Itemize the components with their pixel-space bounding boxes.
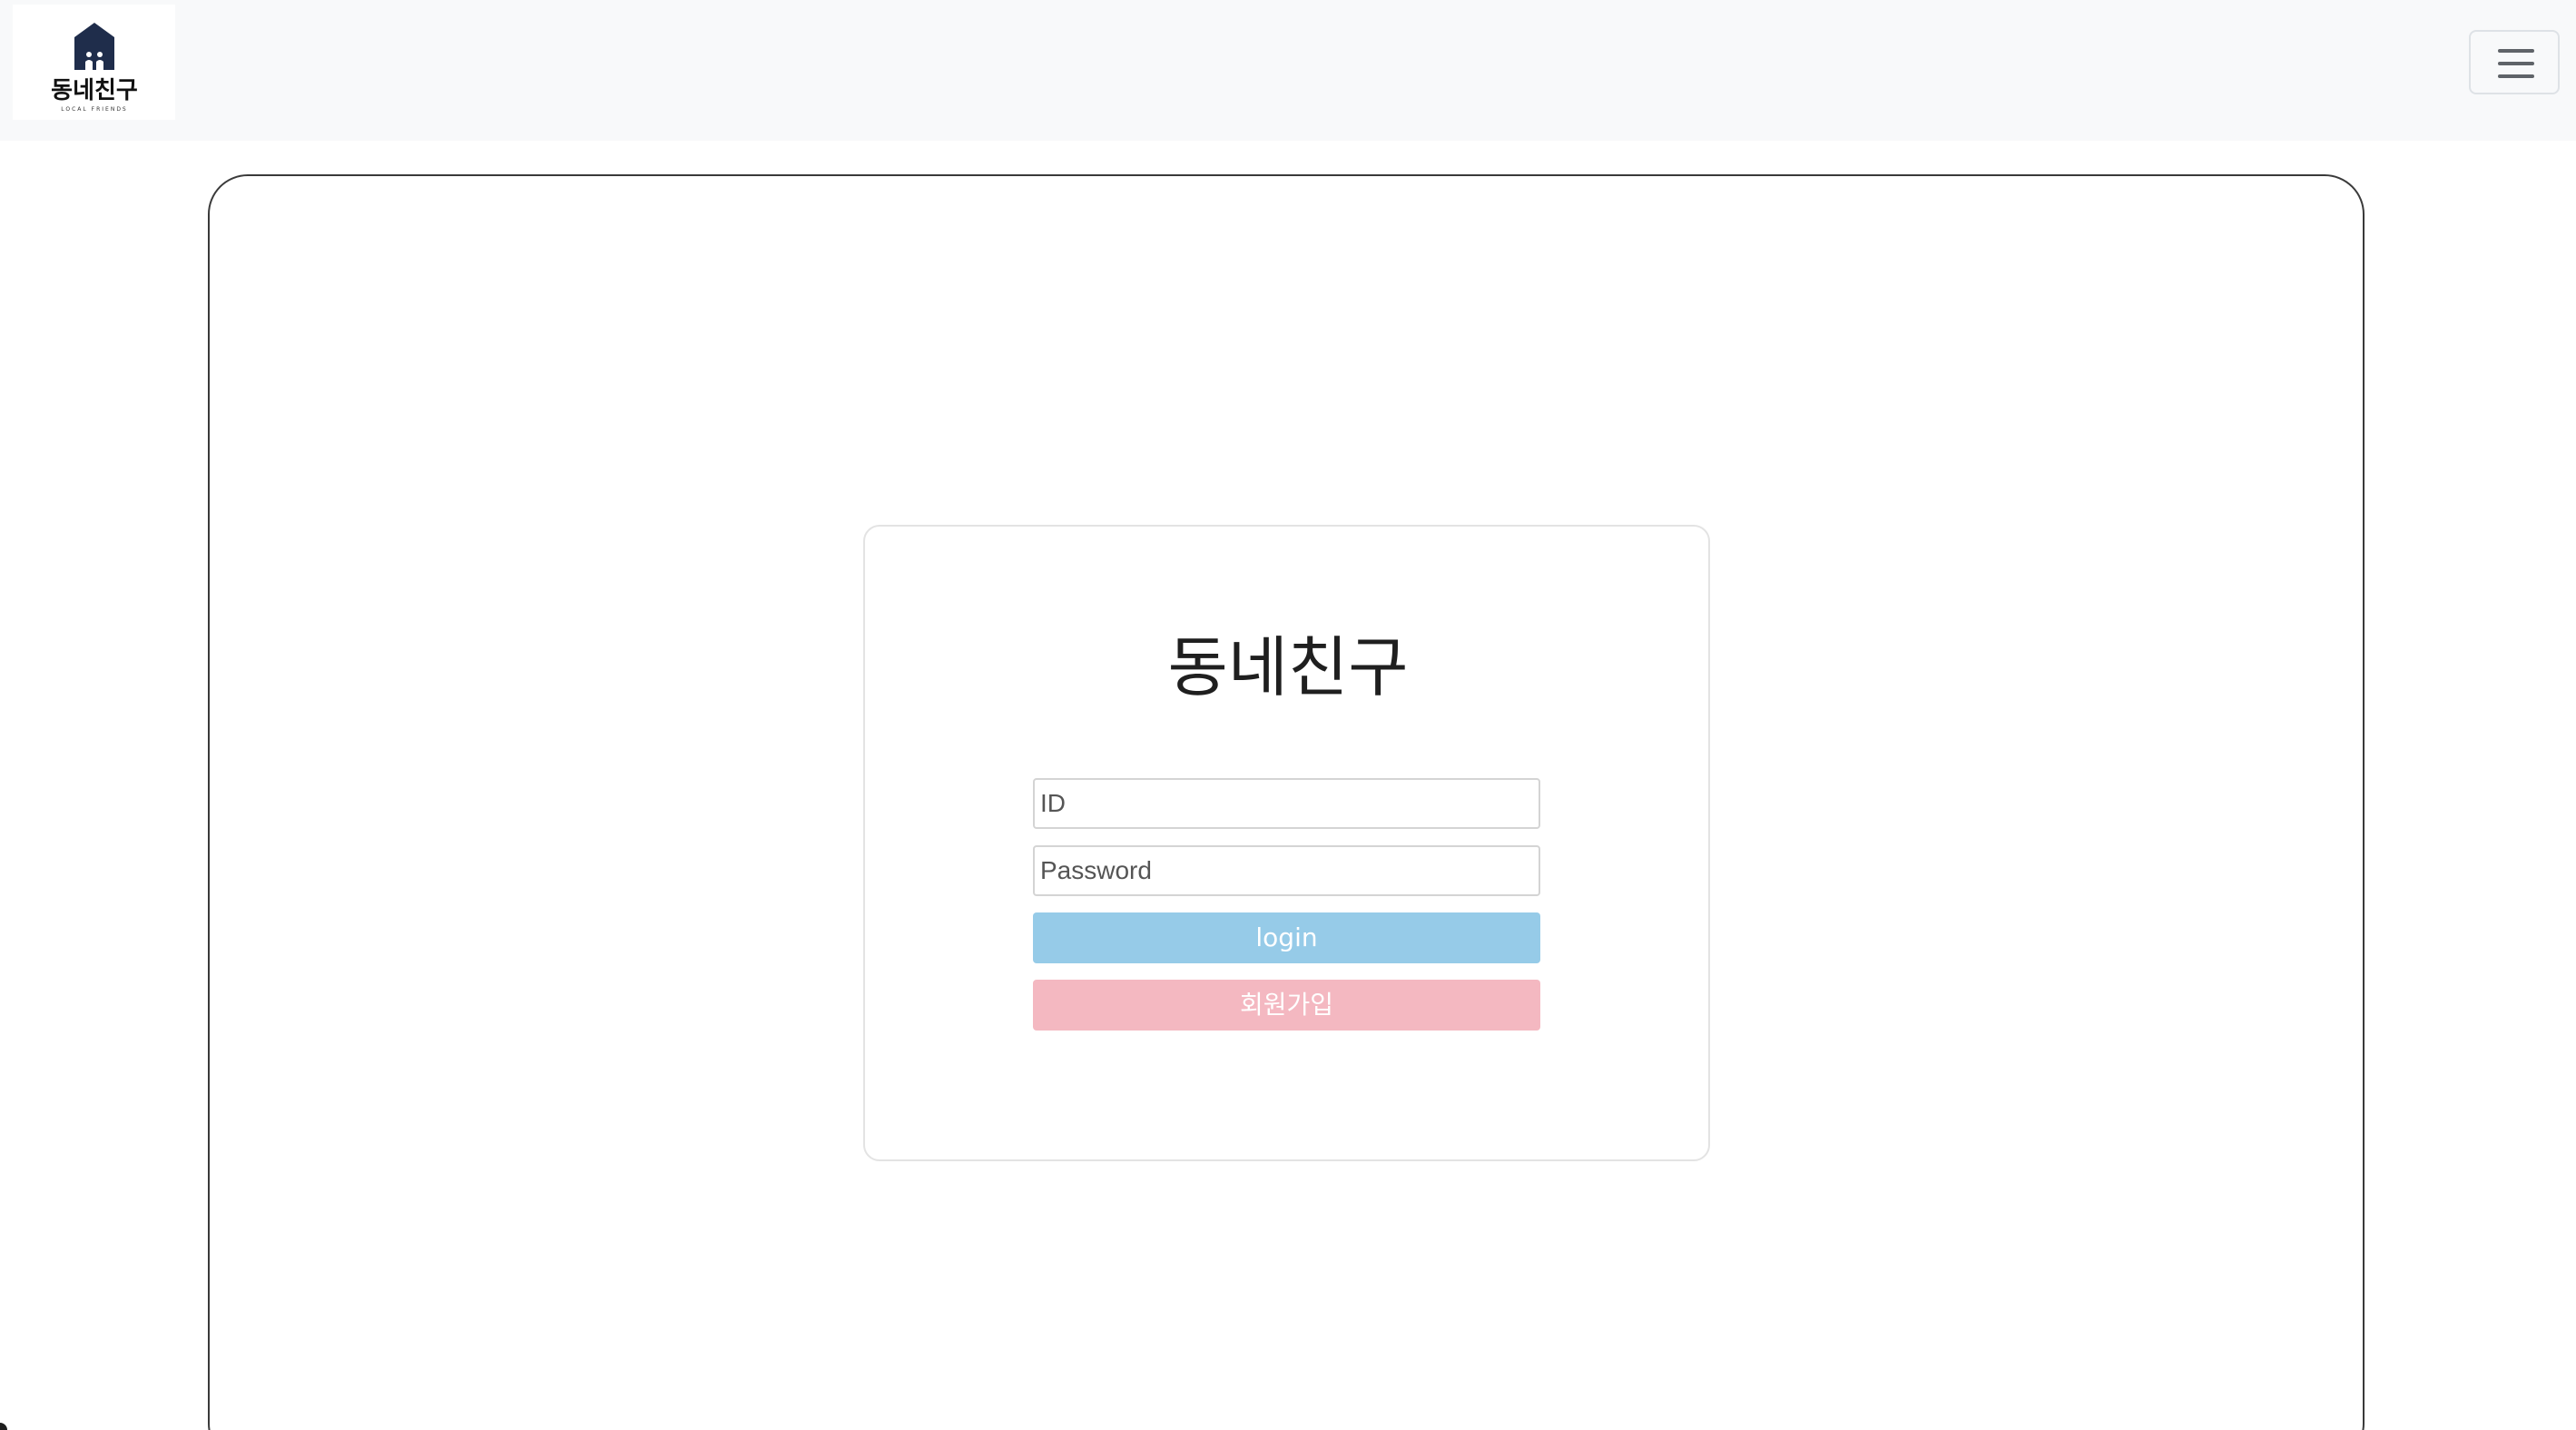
hamburger-bar [2498,49,2534,53]
page-corner-mark [0,1423,7,1430]
hamburger-bar [2498,74,2534,78]
navbar-menu-toggle[interactable] [2469,30,2560,94]
brand-logo-link[interactable]: 동네친구 LOCAL FRIENDS [13,5,175,120]
brand-logo-subtext: LOCAL FRIENDS [61,106,128,113]
id-input[interactable] [1033,778,1540,829]
password-input[interactable] [1033,845,1540,896]
login-card-title: 동네친구 [1167,629,1409,705]
signup-button[interactable]: 회원가입 [1033,980,1540,1031]
brand-logo-text: 동네친구 [51,77,138,104]
login-button[interactable]: login [1033,912,1540,963]
login-card [863,525,1710,1161]
navbar: 동네친구 LOCAL FRIENDS [0,0,2576,141]
page: 동네친구 LOCAL FRIENDS 동네친구 login 회원가입 [0,0,2576,1430]
hamburger-bar [2498,62,2534,65]
house-icon: 동네친구 LOCAL FRIENDS [51,23,138,113]
